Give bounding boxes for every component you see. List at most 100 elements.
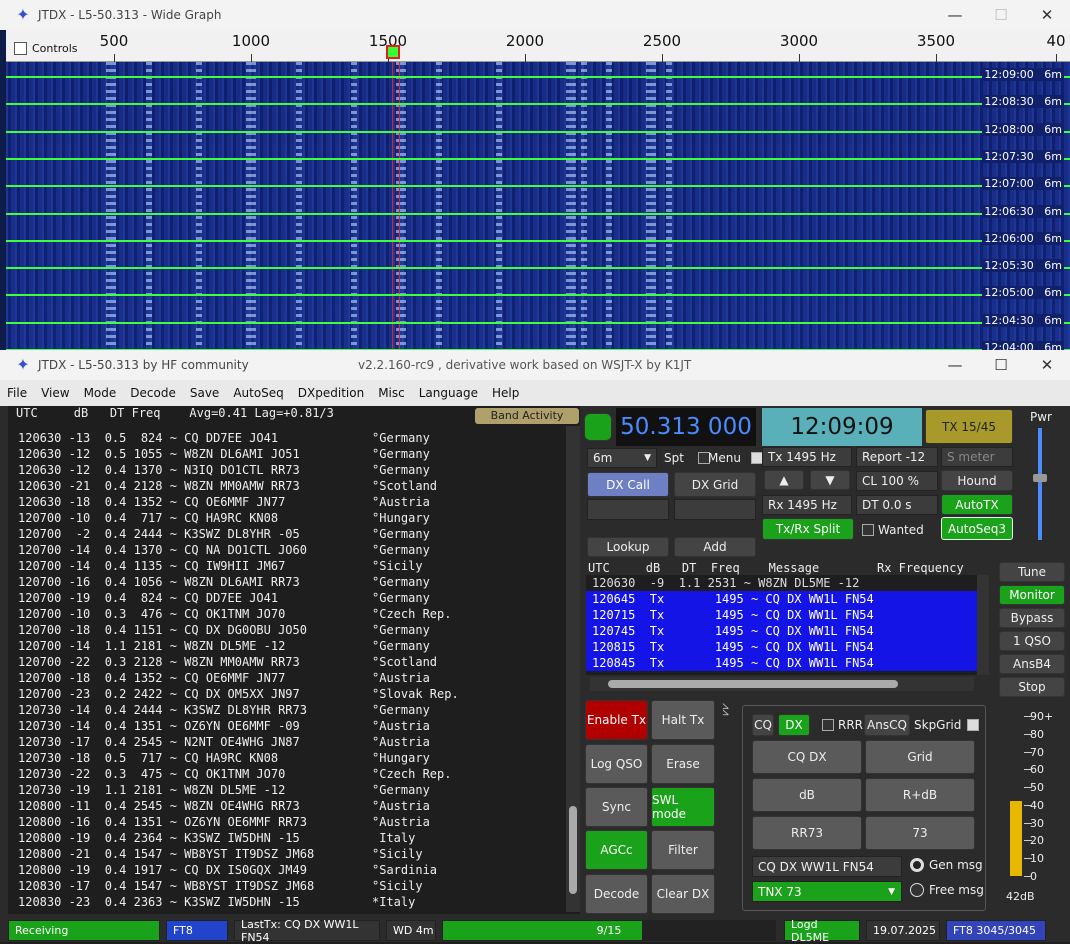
gen-msg-radio-dot[interactable] [910,858,924,872]
tx-frequency[interactable]: Tx 1495 Hz [762,447,852,467]
decode-row[interactable]: 120630 -18 0.4 1352 ~ CQ OE6MMF JN77 °Au… [18,494,566,510]
gen-msg-radio[interactable]: Gen msg [910,858,983,872]
decode-row[interactable]: 120830 -17 0.4 1547 ~ WB8YST IT9DSZ JM68… [18,878,566,894]
anscq-button[interactable]: AnsCQ [864,714,910,736]
close-icon[interactable]: ✕ [1024,350,1070,380]
power-slider-handle[interactable] [1033,474,1047,482]
rx-row[interactable]: 120645 Tx 1495 ~ CQ DX WW1L FN54 [586,591,978,607]
tx-rx-split-button[interactable]: Tx/Rx Split [762,518,854,540]
rx-row[interactable]: 120715 Tx 1495 ~ CQ DX WW1L FN54 [586,607,978,623]
minimize-icon[interactable]: — [932,350,978,380]
decode-row[interactable]: 120630 -21 0.4 2128 ~ W8ZN MM0AMW RR73 °… [18,478,566,494]
waterfall[interactable]: 12:09:00 6m 12:08:30 6m 12:08:00 6m 12:07:3… [6,62,1070,352]
cq-button[interactable]: CQ [752,714,774,736]
filter-button[interactable]: Filter [651,830,715,870]
dx-button[interactable]: DX [778,714,810,736]
msg-r-db-button[interactable]: R+dB [865,778,975,812]
decode-row[interactable]: 120800 -11 0.4 2545 ~ W8ZN OE4WHG RR73 °… [18,798,566,814]
decode-row[interactable]: 120700 -18 0.4 1151 ~ CQ DX DG0OBU JO50 … [18,622,566,638]
decode-row[interactable]: 120630 -12 0.5 1055 ~ W8ZN DL6AMI JO51 °… [18,446,566,462]
decode-row[interactable]: 120700 -14 0.4 1135 ~ CQ IW9HII JM67 °Si… [18,558,566,574]
minimize-icon[interactable]: — [932,0,978,30]
skpgrid-checkbox[interactable]: SkpGrid [914,718,983,732]
decode-row[interactable]: 120700 -23 0.2 2422 ~ CQ DX OM5XX JN97 °… [18,686,566,702]
decode-row[interactable]: 120830 -23 0.4 2363 ~ K3SWZ IW5DHN -15 *… [18,894,566,910]
msg-cq-dx-button[interactable]: CQ DX [752,740,862,774]
decode-row[interactable]: 120700 -2 0.4 2444 ~ K3SWZ DL8YHR -05 °G… [18,526,566,542]
rx-tx-marker-icon[interactable] [386,45,400,59]
decode-row[interactable]: 120730 -18 0.5 717 ~ CQ HA9RC KN08 °Hung… [18,750,566,766]
agcc-button[interactable]: AGCc [585,830,648,870]
dx-call-button[interactable]: DX Call [587,472,669,497]
decode-row[interactable]: 120700 -18 0.4 1352 ~ CQ OE6MMF JN77 °Au… [18,670,566,686]
msg-grid-button[interactable]: Grid [865,740,975,774]
s-meter-field[interactable]: S meter [941,447,1013,467]
controls-checkbox[interactable]: Controls [14,42,78,55]
rx-frequency[interactable]: Rx 1495 Hz [762,495,852,515]
menu-item-language[interactable]: Language [412,386,485,400]
menu-checkbox[interactable]: Menu [708,451,767,465]
stop-button[interactable]: Stop [999,677,1065,697]
hound-button[interactable]: Hound [941,470,1013,491]
decode-row[interactable]: 120630 -12 0.4 1370 ~ N3IQ DO1CTL RR73 °… [18,462,566,478]
menu-item-decode[interactable]: Decode [123,386,183,400]
decode-row[interactable]: 120730 -14 0.4 2444 ~ K3SWZ DL8YHR RR73 … [18,702,566,718]
erase-button[interactable]: Erase [651,744,715,784]
sync-button[interactable]: Sync [585,787,648,827]
decode-row[interactable]: 120730 -19 1.1 2181 ~ W8ZN DL5ME -12 °Ge… [18,782,566,798]
skpgrid-checkbox-box[interactable] [967,719,980,731]
spt-checkbox[interactable]: Spt [664,451,714,465]
controls-checkbox-box[interactable] [14,42,27,55]
frequency-scale[interactable]: 500 1000 1500 2000 2500 3000 3500 40 [6,30,1070,62]
add-button[interactable]: Add [674,537,756,557]
decode-row[interactable]: 120800 -19 0.4 2364 ~ K3SWZ IW5DHN -15 I… [18,830,566,846]
decode-row[interactable]: 120800 -19 0.4 1917 ~ CQ DX IS0GQX JM49 … [18,862,566,878]
rrr-checkbox[interactable]: RRR [822,718,863,732]
rx-scrollbar-thumb[interactable] [608,680,898,688]
wanted-checkbox-box[interactable] [862,524,874,536]
power-slider[interactable] [1033,428,1047,540]
monitor-button[interactable]: Monitor [999,585,1065,605]
free-msg-radio-dot[interactable] [910,883,924,897]
rx-row[interactable]: 120745 Tx 1495 ~ CQ DX WW1L FN54 [586,623,978,639]
ansb4-button[interactable]: AnsB4 [999,654,1065,674]
cl-spinner[interactable]: CL 100 % [856,471,938,491]
decode-row[interactable]: 120730 -22 0.3 475 ~ CQ OK1TNM JO70 °Cze… [18,766,566,782]
rx-row[interactable]: 120630 -9 1.1 2531 ~ W8ZN DL5ME -12 [586,575,978,591]
decode-row[interactable]: 120700 -10 0.3 476 ~ CQ OK1TNM JO70 °Cze… [18,606,566,622]
menu-item-dxpedition[interactable]: DXpedition [291,386,371,400]
enable-tx-button[interactable]: Enable Tx [585,700,648,740]
rx-row[interactable]: 120815 Tx 1495 ~ CQ DX WW1L FN54 [586,639,978,655]
decode-row[interactable]: 120700 -10 0.4 717 ~ CQ HA9RC KN08 °Hung… [18,510,566,526]
dx-call-input[interactable] [587,499,669,520]
msg-db-button[interactable]: dB [752,778,862,812]
dt-spinner[interactable]: DT 0.0 s [856,495,938,515]
decode-row[interactable]: 120730 -17 0.4 2545 ~ N2NT OE4WHG JN87 °… [18,734,566,750]
menu-item-help[interactable]: Help [485,386,526,400]
halt-tx-button[interactable]: Halt Tx [651,700,715,740]
decode-row[interactable]: 120700 -14 0.4 1370 ~ CQ NA DO1CTL JO60 … [18,542,566,558]
report-spinner[interactable]: Report -12 [856,447,938,467]
menu-item-autoseq[interactable]: AutoSeq [226,386,290,400]
collapse-arrows-icon[interactable]: ⩘⩘ [720,703,733,715]
vertical-scrollbar[interactable] [566,426,580,912]
decode-row[interactable]: 120700 -19 0.4 824 ~ CQ DD7EE JO41 °Germ… [18,590,566,606]
wanted-checkbox[interactable]: Wanted [862,523,924,537]
menu-item-misc[interactable]: Misc [371,386,412,400]
close-icon[interactable]: ✕ [1024,0,1070,30]
menu-item-view[interactable]: View [34,386,76,400]
decode-list[interactable]: 120630 -13 0.5 824 ~ CQ DD7EE JO41 °Germ… [18,430,566,910]
decode-row[interactable]: 120800 -21 0.4 1547 ~ WB8YST IT9DSZ JM68… [18,846,566,862]
rx-row[interactable]: 120845 Tx 1495 ~ CQ DX WW1L FN54 [586,655,978,671]
lookup-button[interactable]: Lookup [587,537,669,557]
rrr-checkbox-box[interactable] [822,719,834,731]
decode-row[interactable]: 120700 -14 1.1 2181 ~ W8ZN DL5ME -12 °Ge… [18,638,566,654]
up-arrow-button[interactable]: ▲ [764,470,804,490]
menu-item-mode[interactable]: Mode [77,386,124,400]
tune-button[interactable]: Tune [999,562,1065,582]
autoseq3-button[interactable]: AutoSeq3 [941,517,1013,540]
down-arrow-button[interactable]: ▼ [810,470,850,490]
menu-item-save[interactable]: Save [183,386,226,400]
decode-button[interactable]: Decode [585,874,648,914]
dx-grid-button[interactable]: DX Grid [674,472,756,497]
